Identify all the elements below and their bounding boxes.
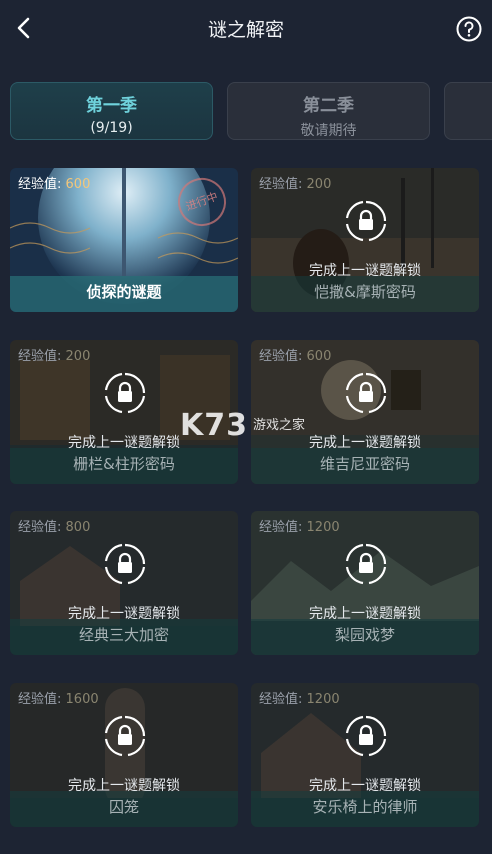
lock-icon xyxy=(345,200,387,242)
season-name: 第二季 xyxy=(303,96,354,116)
xp-value: 200 xyxy=(306,177,332,192)
k73-watermark: K73 游戏之家 xyxy=(180,408,310,444)
puzzle-card-1[interactable]: 进行中 经验值: 600 侦探的谜题 xyxy=(10,168,238,312)
puzzle-card-7[interactable]: 经验值: 1600 完成上一谜题解锁 囚笼 xyxy=(10,683,238,827)
top-bar: 谜之解密 xyxy=(0,0,492,60)
puzzle-name: 维吉尼亚密码 xyxy=(319,455,410,473)
puzzle-name: 安乐椅上的律师 xyxy=(312,798,418,816)
lock-icon xyxy=(104,372,146,414)
puzzle-name: 恺撒&摩斯密码 xyxy=(314,283,416,301)
xp-value: 1600 xyxy=(65,692,99,707)
tab-season-2[interactable]: 第二季 敬请期待 xyxy=(227,82,430,140)
xp-value: 600 xyxy=(306,349,332,364)
tab-season-1[interactable]: 第一季 (9/19) xyxy=(10,82,213,140)
season-name: 第一季 xyxy=(86,96,137,116)
xp-label: 经验值: 1200 xyxy=(259,692,340,707)
lock-icon xyxy=(104,543,146,585)
question-circle-icon[interactable] xyxy=(456,16,482,42)
lock-icon xyxy=(345,715,387,757)
lock-icon xyxy=(345,543,387,585)
xp-value: 1200 xyxy=(306,692,340,707)
season-status: 敬请期待 xyxy=(300,123,357,139)
page-title: 谜之解密 xyxy=(207,19,284,41)
puzzle-card-2[interactable]: 经验值: 200 完成上一谜题解锁 恺撒&摩斯密码 xyxy=(251,168,479,312)
lock-icon xyxy=(345,372,387,414)
puzzle-name: 囚笼 xyxy=(108,798,139,816)
season-tabs: 第一季 (9/19) 第二季 敬请期待 xyxy=(0,80,492,142)
xp-label: 经验值: 600 xyxy=(259,349,332,364)
puzzle-card-5[interactable]: 经验值: 800 完成上一谜题解锁 经典三大加密 xyxy=(10,511,238,655)
xp-label: 经验值: 600 xyxy=(18,177,91,192)
lock-icon xyxy=(104,715,146,757)
puzzle-name: 栅栏&柱形密码 xyxy=(73,455,175,473)
puzzle-name: 经典三大加密 xyxy=(78,626,169,644)
puzzle-name: 侦探的谜题 xyxy=(86,283,162,301)
xp-label: 经验值: 1200 xyxy=(259,520,340,535)
xp-label: 经验值: 1600 xyxy=(18,692,99,707)
watermark-text: 游戏之家 xyxy=(253,418,306,433)
puzzle-card-6[interactable]: 经验值: 1200 完成上一谜题解锁 梨园戏梦 xyxy=(251,511,479,655)
xp-value: 200 xyxy=(65,349,91,364)
puzzle-card-8[interactable]: 经验值: 1200 完成上一谜题解锁 安乐椅上的律师 xyxy=(251,683,479,827)
xp-label: 经验值: 200 xyxy=(259,177,332,192)
watermark-logo: K73 xyxy=(180,408,248,443)
xp-label: 经验值: 800 xyxy=(18,520,91,535)
tab-season-3[interactable] xyxy=(444,82,492,140)
season-progress: (9/19) xyxy=(90,120,133,136)
xp-value: 800 xyxy=(65,520,91,535)
xp-value: 1200 xyxy=(306,520,340,535)
xp-value: 600 xyxy=(65,177,91,192)
puzzle-name: 梨园戏梦 xyxy=(334,626,395,644)
xp-label: 经验值: 200 xyxy=(18,349,91,364)
